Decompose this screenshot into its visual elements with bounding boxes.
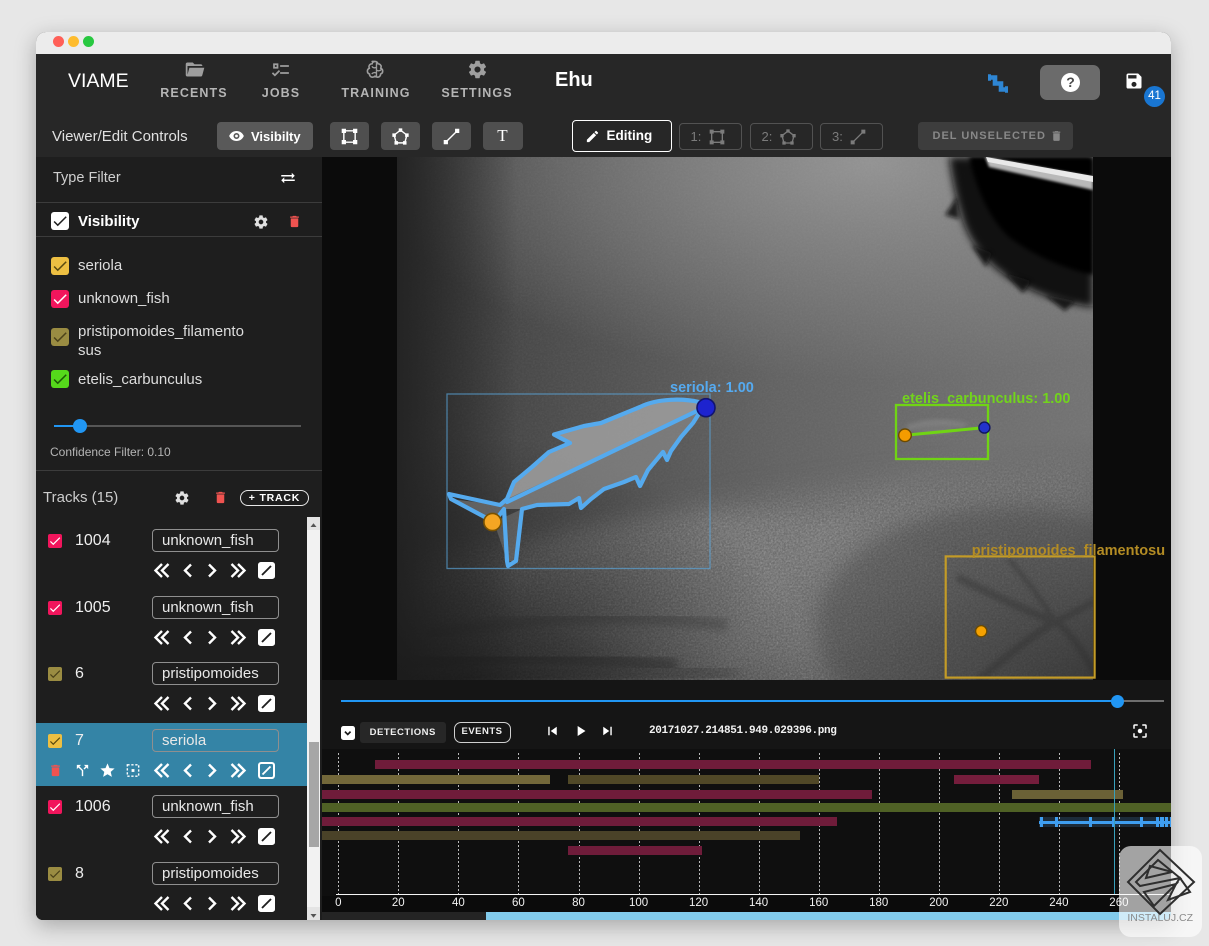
svg-text:pristipomoides_filamentosu: pristipomoides_filamentosu (972, 543, 1165, 559)
svg-text:etelis_carbunculus: 1.00: etelis_carbunculus: 1.00 (902, 391, 1070, 407)
svg-text:seriola: 1.00: seriola: 1.00 (670, 380, 754, 396)
